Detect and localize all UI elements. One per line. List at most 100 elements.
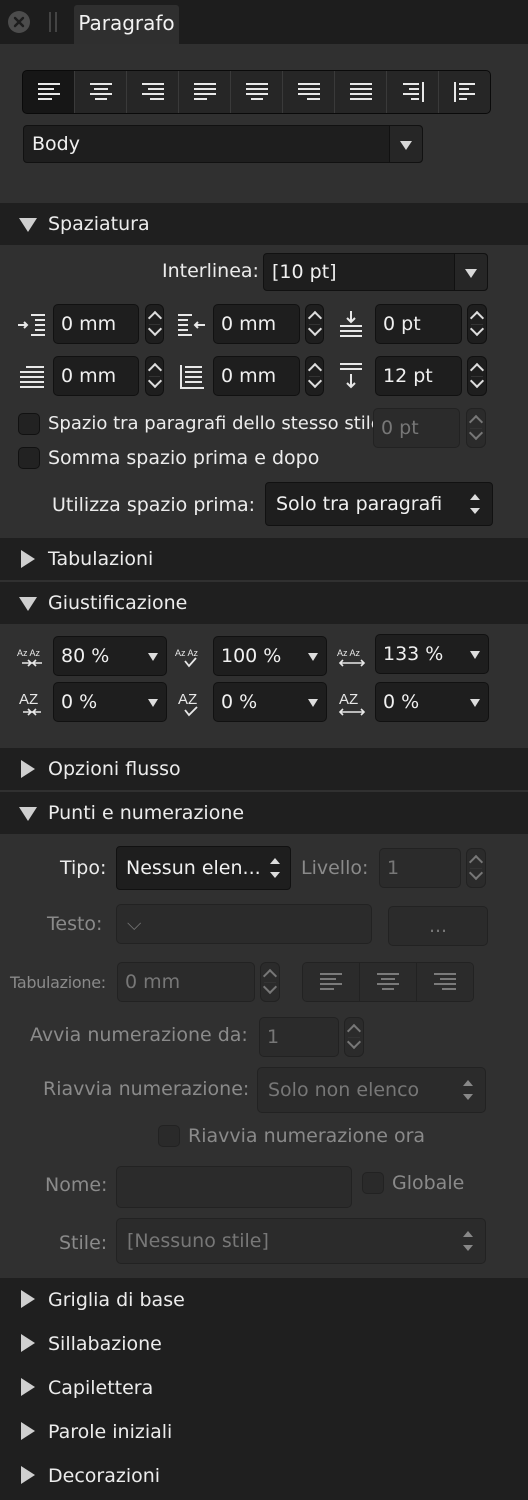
section-tabulazioni[interactable]: Tabulazioni (0, 538, 528, 580)
select-arrows-icon (463, 1231, 473, 1251)
letter-spacing-max-field[interactable]: 0 % (375, 682, 489, 722)
interlinea-dropdown[interactable]: [10 pt] (263, 253, 488, 291)
drag-handle-icon[interactable] (48, 12, 58, 32)
right-indent-field[interactable]: 0 mm (213, 304, 300, 344)
testo-value: ⌵ (127, 913, 142, 935)
left-indent-icon (17, 312, 47, 338)
tipo-select[interactable]: Nessun elen... (116, 846, 291, 890)
disclosure-open-icon (19, 597, 37, 611)
tipo-value: Nessun elen... (126, 857, 261, 879)
letter-spacing-max-icon: AZ (338, 690, 368, 718)
word-spacing-max-icon: Az Az (336, 646, 370, 670)
align-away-from-spine-icon (453, 81, 477, 103)
section-title: Opzioni flusso (48, 758, 181, 780)
section-decorazioni[interactable]: Decorazioni (0, 1454, 528, 1500)
testo-label: Testo: (47, 913, 103, 935)
space-before-field[interactable]: 0 pt (375, 304, 462, 344)
section-griglia-di-base[interactable]: Griglia di base (0, 1278, 528, 1322)
align-away-from-spine-button[interactable] (438, 71, 490, 113)
justify-all-icon (349, 81, 373, 103)
disclosure-closed-icon (21, 1422, 35, 1440)
globale-checkbox (362, 1172, 384, 1194)
right-indent-stepper[interactable] (305, 304, 324, 344)
space-after-field[interactable]: 12 pt (375, 356, 462, 396)
select-arrows-icon (470, 494, 480, 514)
globale-label: Globale (392, 1172, 465, 1194)
same-style-spacing-field: 0 pt (373, 408, 460, 448)
riavvia-numerazione-label: Riavvia numerazione: (43, 1078, 250, 1100)
disclosure-open-icon (19, 218, 37, 232)
section-capilettera[interactable]: Capilettera (0, 1366, 528, 1410)
riavvia-ora-checkbox (158, 1125, 180, 1147)
left-indent-value: 0 mm (61, 313, 117, 335)
align-towards-spine-button[interactable] (386, 71, 438, 113)
space-before-stepper[interactable] (467, 304, 487, 344)
word-spacing-min-field[interactable]: 80 % (53, 636, 167, 676)
align-right-button[interactable] (126, 71, 178, 113)
select-arrows-icon (270, 858, 280, 878)
last-line-indent-stepper[interactable] (305, 356, 324, 396)
justify-center-icon (245, 81, 269, 103)
use-space-before-value: Solo tra paragrafi (276, 493, 443, 515)
disclosure-closed-icon (21, 1378, 35, 1396)
right-indent-value: 0 mm (221, 313, 277, 335)
word-spacing-max-field[interactable]: 133 % (375, 634, 489, 674)
close-icon[interactable] (8, 11, 30, 33)
first-line-indent-stepper[interactable] (145, 356, 164, 396)
tabulazione-field: 0 mm (117, 962, 255, 1002)
align-left-icon (37, 81, 61, 103)
space-before-icon (337, 310, 365, 338)
stile-value: [Nessuno stile] (127, 1230, 269, 1252)
sum-spacing-checkbox[interactable] (18, 447, 40, 469)
section-opzioni-flusso[interactable]: Opzioni flusso (0, 748, 528, 790)
stile-select: [Nessuno stile] (116, 1218, 486, 1264)
sum-spacing-label: Somma spazio prima e dopo (48, 447, 320, 469)
first-line-indent-icon (18, 364, 46, 390)
justify-left-button[interactable] (178, 71, 230, 113)
paragraph-style-dropdown[interactable]: Body (23, 125, 423, 163)
same-style-spacing-checkbox[interactable] (18, 413, 40, 435)
letter-spacing-desired-field[interactable]: 0 % (213, 682, 327, 722)
align-center-button[interactable] (74, 71, 126, 113)
letter-spacing-max-value: 0 % (383, 691, 420, 713)
svg-text:AZ: AZ (178, 691, 197, 708)
testo-field: ⌵ (116, 904, 372, 944)
bullet-align-right-icon (417, 963, 473, 1001)
section-parole-iniziali[interactable]: Parole iniziali (0, 1410, 528, 1454)
space-after-icon (337, 362, 365, 390)
align-left-button[interactable] (23, 71, 74, 113)
tabulazione-value: 0 mm (125, 971, 181, 993)
section-sillabazione[interactable]: Sillabazione (0, 1322, 528, 1366)
word-spacing-desired-field[interactable]: 100 % (213, 636, 327, 676)
space-after-stepper[interactable] (467, 356, 487, 396)
chevron-down-icon (308, 653, 318, 661)
disclosure-closed-icon (21, 550, 35, 568)
justify-left-icon (193, 81, 217, 103)
section-punti-numerazione[interactable]: Punti e numerazione (0, 792, 528, 834)
last-line-indent-field[interactable]: 0 mm (213, 356, 300, 396)
section-title: Punti e numerazione (48, 802, 245, 824)
align-right-icon (141, 81, 165, 103)
alignment-segmented-control[interactable] (22, 70, 491, 114)
letter-spacing-min-field[interactable]: 0 % (53, 682, 167, 722)
bullet-align-left-icon (303, 963, 360, 1001)
section-title: Giustificazione (48, 592, 188, 614)
space-after-value: 12 pt (383, 365, 433, 387)
justify-right-button[interactable] (282, 71, 334, 113)
section-spaziatura[interactable]: Spaziatura (0, 203, 528, 245)
first-line-indent-field[interactable]: 0 mm (53, 356, 139, 396)
tab-paragrafo[interactable]: Paragrafo (74, 5, 179, 44)
section-title: Spaziatura (48, 213, 150, 235)
disclosure-open-icon (19, 807, 37, 821)
disclosure-closed-icon (21, 1290, 35, 1308)
avvia-numerazione-field: 1 (259, 1017, 339, 1057)
section-giustificazione[interactable]: Giustificazione (0, 582, 528, 624)
left-indent-field[interactable]: 0 mm (53, 304, 139, 344)
justify-all-button[interactable] (334, 71, 386, 113)
justify-center-button[interactable] (230, 71, 282, 113)
word-spacing-min-icon: Az Az (16, 646, 48, 670)
left-indent-stepper[interactable] (145, 304, 164, 344)
use-space-before-select[interactable]: Solo tra paragrafi (265, 482, 493, 526)
svg-text:AZ: AZ (339, 691, 358, 708)
letter-spacing-min-value: 0 % (61, 691, 98, 713)
